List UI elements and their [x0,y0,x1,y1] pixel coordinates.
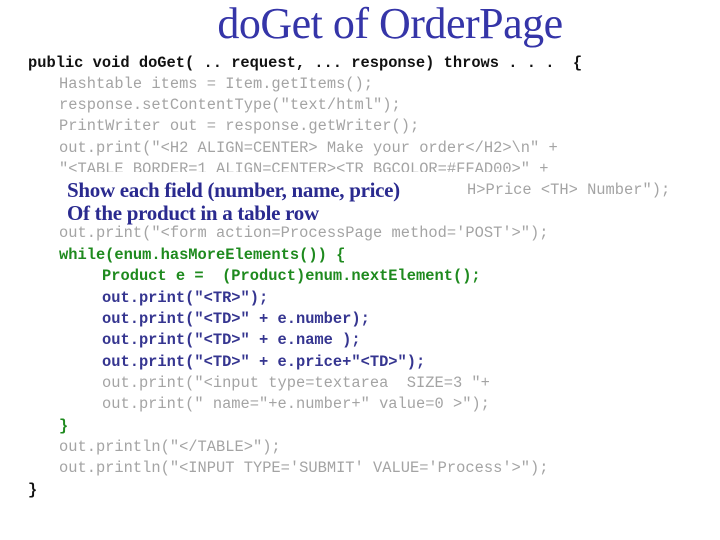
code-line-method-close: } [28,481,38,499]
code-line-print-number: out.print("<TD>" + e.number); [102,310,370,328]
code-line-while-close: } [59,417,69,435]
code-line-close-table: out.println("</TABLE>"); [59,438,281,456]
code-line-set-content-type: response.setContentType("text/html"); [59,96,401,114]
code-line-form: out.print("<form action=ProcessPage meth… [59,224,549,242]
code-line-while: while(enum.hasMoreElements()) { [59,246,346,264]
code-line-print-input: out.print("<input type=textarea SIZE=3 "… [102,374,490,392]
code-line-th-number: H>Price <TH> Number"); [467,181,671,199]
code-line-print-h2: out.print("<H2 ALIGN=CENTER> Make your o… [59,139,558,157]
code-line-hashtable: Hashtable items = Item.getItems(); [59,75,374,93]
code-line-submit: out.println("<INPUT TYPE='SUBMIT' VALUE=… [59,459,549,477]
code-block: public void doGet( .. request, ... respo… [0,0,720,540]
code-line-print-tr: out.print("<TR>"); [102,289,269,307]
code-line-print-name: out.print("<TD>" + e.name ); [102,331,361,349]
code-line-product-cast: Product e = (Product)enum.nextElement(); [102,267,481,285]
code-line-print-input-name: out.print(" name="+e.number+" value=0 >"… [102,395,490,413]
code-line-print-price: out.print("<TD>" + e.price+"<TD>"); [102,353,426,371]
annotation-line-2: Of the product in a table row [67,201,319,225]
code-line-method-signature: public void doGet( .. request, ... respo… [28,54,583,72]
code-line-print-writer: PrintWriter out = response.getWriter(); [59,117,420,135]
annotation-line-1: Show each field (number, name, price) [67,178,404,202]
